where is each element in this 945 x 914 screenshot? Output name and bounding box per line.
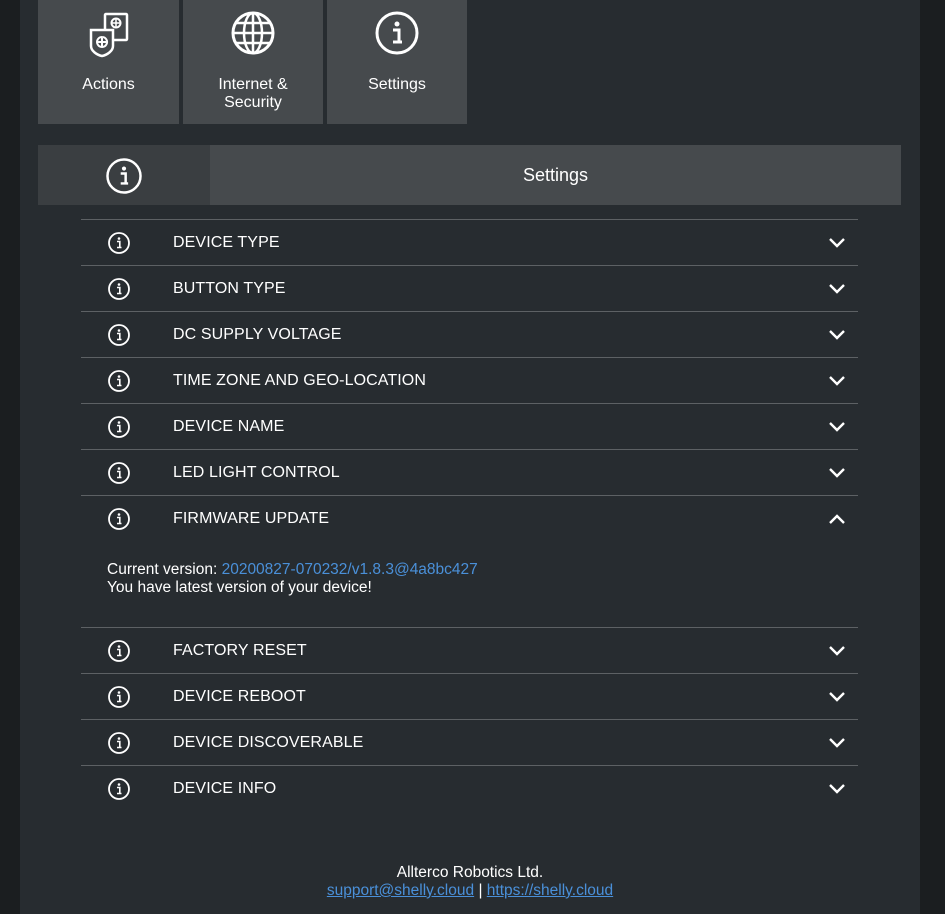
accordion-row-label: TIME ZONE AND GEO-LOCATION: [173, 372, 426, 389]
accordion-row-label: DEVICE REBOOT: [173, 688, 306, 705]
chevron-down-icon[interactable]: [828, 418, 846, 441]
accordion-row[interactable]: DEVICE TYPE: [81, 219, 858, 265]
chevron-down-icon[interactable]: [828, 464, 846, 487]
accordion-row[interactable]: FIRMWARE UPDATE: [81, 495, 858, 541]
globe-icon: [230, 10, 276, 61]
settings-accordion: DEVICE TYPE BUTTON TYPE DC SUPPLY VOLTAGE T…: [81, 219, 858, 811]
accordion-row[interactable]: FACTORY RESET: [81, 627, 858, 673]
current-version-line: Current version: 20200827-070232/v1.8.3@…: [107, 561, 478, 579]
info-icon: [107, 415, 131, 444]
accordion-row-label: BUTTON TYPE: [173, 280, 286, 297]
footer-links: support@shelly.cloud | https://shelly.cl…: [20, 882, 920, 900]
accordion-row[interactable]: DEVICE REBOOT: [81, 673, 858, 719]
info-icon: [107, 685, 131, 714]
tile-actions[interactable]: Actions: [38, 0, 179, 124]
accordion-row-label: FACTORY RESET: [173, 642, 307, 659]
footer-company: Allterco Robotics Ltd.: [396, 864, 544, 881]
info-icon: [107, 731, 131, 760]
footer: Allterco Robotics Ltd. support@shelly.cl…: [20, 864, 920, 900]
chevron-down-icon[interactable]: [828, 372, 846, 395]
chevron-up-icon[interactable]: [828, 510, 846, 533]
footer-separator: |: [478, 882, 483, 899]
chevron-down-icon[interactable]: [828, 780, 846, 803]
info-icon: [107, 277, 131, 306]
actions-icon: [85, 10, 133, 63]
info-icon: [107, 461, 131, 490]
accordion-row-label: DC SUPPLY VOLTAGE: [173, 326, 342, 343]
info-icon: [107, 231, 131, 260]
accordion-row[interactable]: DC SUPPLY VOLTAGE: [81, 311, 858, 357]
accordion-row-label: DEVICE DISCOVERABLE: [173, 734, 364, 751]
chevron-down-icon[interactable]: [828, 734, 846, 757]
support-email-link[interactable]: support@shelly.cloud: [327, 882, 474, 899]
info-icon: [107, 323, 131, 352]
info-icon: [107, 369, 131, 398]
firmware-update-panel: Current version: 20200827-070232/v1.8.3@…: [81, 541, 858, 627]
accordion-row[interactable]: DEVICE DISCOVERABLE: [81, 719, 858, 765]
tile-internet-label-line2: Security: [224, 94, 282, 111]
tile-internet-label-line1: Internet &: [218, 76, 288, 93]
accordion-row-label: DEVICE TYPE: [173, 234, 280, 251]
settings-section-header: Settings: [38, 145, 901, 205]
info-icon: [105, 157, 143, 200]
accordion-row-label: DEVICE NAME: [173, 418, 285, 435]
chevron-down-icon[interactable]: [828, 326, 846, 349]
accordion-row[interactable]: BUTTON TYPE: [81, 265, 858, 311]
accordion-row[interactable]: DEVICE INFO: [81, 765, 858, 811]
accordion-row-label: DEVICE INFO: [173, 780, 277, 797]
website-link[interactable]: https://shelly.cloud: [487, 882, 613, 899]
tile-settings[interactable]: Settings: [327, 0, 467, 124]
info-icon: [374, 10, 420, 61]
chevron-down-icon[interactable]: [828, 234, 846, 257]
accordion-row-label: FIRMWARE UPDATE: [173, 510, 330, 527]
accordion-row[interactable]: LED LIGHT CONTROL: [81, 449, 858, 495]
firmware-status: You have latest version of your device!: [107, 579, 372, 596]
accordion-row[interactable]: TIME ZONE AND GEO-LOCATION: [81, 357, 858, 403]
chevron-down-icon[interactable]: [828, 688, 846, 711]
chevron-down-icon[interactable]: [828, 642, 846, 665]
accordion-row[interactable]: DEVICE NAME: [81, 403, 858, 449]
firmware-version-link[interactable]: 20200827-070232/v1.8.3@4a8bc427: [222, 561, 478, 578]
info-icon: [107, 639, 131, 668]
settings-page: Actions Internet & Security Settings Set…: [20, 0, 920, 914]
chevron-down-icon[interactable]: [828, 280, 846, 303]
info-icon: [107, 777, 131, 806]
accordion-row-label: LED LIGHT CONTROL: [173, 464, 340, 481]
section-icon-box: [38, 145, 210, 205]
section-title: Settings: [522, 165, 589, 185]
tile-settings-label: Settings: [368, 76, 426, 93]
current-version-label: Current version:: [107, 561, 218, 578]
tile-internet-security[interactable]: Internet & Security: [183, 0, 323, 124]
tile-actions-label: Actions: [82, 76, 135, 93]
info-icon: [107, 507, 131, 536]
